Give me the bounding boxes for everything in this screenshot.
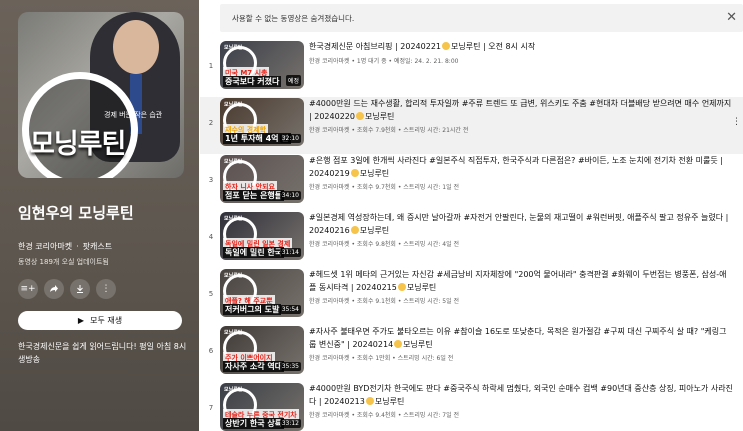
video-meta: 한경 코리아마켓 • 조회수 9.7천회 • 스트리밍 시간: 1일 전 bbox=[309, 184, 460, 191]
add-to-library-button[interactable]: ≡+ bbox=[18, 279, 38, 299]
notice-text: 사용할 수 없는 동영상은 숨겨졌습니다. bbox=[232, 13, 355, 23]
thumbnail-caption-bottom: 저커버그의 도발 bbox=[223, 304, 282, 315]
video-meta: 한경 코리아마켓 • 1명 대기 중 • 예정일: 24. 2. 21. 8:0… bbox=[309, 58, 459, 65]
playlist-description: 한국경제신문을 쉽게 읽어드립니다! 평일 아침 8시 생방송 bbox=[18, 342, 187, 364]
thumbnail-brand: 모닝루틴 bbox=[224, 102, 243, 108]
channel-name[interactable]: 한경 코리아마켓 bbox=[18, 242, 72, 251]
close-icon[interactable]: ✕ bbox=[726, 10, 737, 25]
video-index: 6 bbox=[208, 347, 214, 355]
video-title[interactable]: #자사주 불태우면 주가도 불타오르는 이유 #참이슬 16도로 또낮춘다, 목… bbox=[309, 326, 733, 351]
thumbnail-brand: 모닝루틴 bbox=[224, 159, 243, 165]
share-button[interactable] bbox=[44, 279, 64, 299]
play-icon: ▶ bbox=[77, 316, 85, 325]
cover-brand: 모닝루틴 bbox=[30, 129, 126, 160]
video-meta: 한경 코리아마켓 • 조회수 9.8천회 • 스트리밍 시간: 4일 전 bbox=[309, 241, 460, 248]
video-duration: 32:10 bbox=[279, 134, 301, 143]
video-thumbnail[interactable]: 모닝루틴 재수의 경제학 1년 투자해 4억 번 32:10 bbox=[220, 98, 304, 146]
thumbnail-caption-bottom: 상반기 한국 상륙 bbox=[223, 418, 285, 429]
smile-emoji-icon bbox=[365, 396, 374, 405]
share-icon bbox=[50, 285, 58, 292]
smile-emoji-icon bbox=[350, 225, 359, 234]
thumbnail-caption-bottom: 중국보다 커졌다 bbox=[223, 76, 282, 87]
cover-subtitle: 경제 버는 작은 습관 bbox=[104, 111, 163, 119]
playlist-add-icon: ≡+ bbox=[20, 284, 36, 294]
video-row[interactable]: 6 모닝루틴 주가 이쁘어이지 자사주 소각 역대 35:35 #자사주 불태우… bbox=[200, 325, 743, 382]
video-index: 3 bbox=[208, 176, 214, 184]
thumbnail-caption-bottom: 독일에 밀린 한국 bbox=[223, 247, 285, 258]
video-duration: 31:14 bbox=[279, 248, 301, 257]
cover-face bbox=[113, 20, 159, 74]
video-duration: 35:54 bbox=[279, 305, 301, 314]
video-row[interactable]: 7 모닝루틴 테슬라 누른 중국 전기차 상반기 한국 상륙 33:12 #40… bbox=[200, 382, 743, 431]
video-duration: 34:10 bbox=[279, 191, 301, 200]
video-index: 5 bbox=[208, 290, 214, 298]
video-duration: 예정 bbox=[285, 75, 301, 86]
channel-line: 한경 코리아마켓 · 팟캐스트 bbox=[18, 242, 113, 251]
video-row[interactable]: 5 모닝루틴 애플? 해 주교뿐 저커버그의 도발 35:54 #헤드셋 1위 … bbox=[200, 268, 743, 325]
thumbnail-caption-bottom: 점포 닫는 은행들 bbox=[223, 190, 285, 201]
more-actions-button[interactable]: ⋮ bbox=[96, 279, 116, 299]
smile-emoji-icon bbox=[442, 42, 451, 50]
more-vert-icon: ⋮ bbox=[101, 284, 111, 294]
video-meta: 한경 코리아마켓 • 조회수 9.4천회 • 스트리밍 시간: 7일 전 bbox=[309, 412, 460, 419]
video-title[interactable]: #은행 점포 3일에 한개씩 사라진다 #일본주식 직접투자, 한국주식과 다른… bbox=[309, 155, 733, 180]
thumbnail-brand: 모닝루틴 bbox=[224, 45, 243, 51]
download-button[interactable] bbox=[70, 279, 90, 299]
smile-emoji-icon bbox=[355, 111, 364, 120]
video-title[interactable]: #일본경제 역성장하는데, 왜 증시만 날아갈까 #자전거 안팔린다, 눈물의 … bbox=[309, 212, 733, 237]
smile-emoji-icon bbox=[397, 282, 406, 291]
video-title[interactable]: #헤드셋 1위 메타의 근거있는 자신감 #세금낭비 지자체장에 "200억 물… bbox=[309, 269, 733, 294]
thumbnail-brand: 모닝루틴 bbox=[224, 273, 243, 279]
thumbnail-brand: 모닝루틴 bbox=[224, 216, 243, 222]
playlist-cover[interactable]: 경제 버는 작은 습관 모닝루틴 bbox=[18, 12, 184, 178]
video-duration: 33:12 bbox=[279, 419, 301, 428]
video-title[interactable]: 한국경제신문 아침브리핑 | 20240221 모닝루틴 | 오전 8시 시작 bbox=[309, 41, 733, 54]
playlist-page: 경제 버는 작은 습관 모닝루틴 임현우의 모닝루틴 한경 코리아마켓 · 팟캐스트… bbox=[0, 0, 743, 431]
playlist-actions: ≡+ ⋮ bbox=[18, 279, 199, 299]
smile-emoji-icon bbox=[394, 339, 403, 348]
video-thumbnail[interactable]: 모닝루틴 테슬라 누른 중국 전기차 상반기 한국 상륙 33:12 bbox=[220, 383, 304, 431]
video-thumbnail[interactable]: 모닝루틴 주가 이쁘어이지 자사주 소각 역대 35:35 bbox=[220, 326, 304, 374]
smile-emoji-icon bbox=[350, 168, 359, 177]
hidden-videos-notice: 사용할 수 없는 동영상은 숨겨졌습니다. ✕ bbox=[220, 4, 743, 32]
video-thumbnail[interactable]: 모닝루틴 하자 니사 안되요 점포 닫는 은행들 34:10 bbox=[220, 155, 304, 203]
video-more-icon[interactable]: ⋮ bbox=[732, 117, 741, 127]
playlist-title: 임현우의 모닝루틴 bbox=[18, 204, 134, 222]
video-title[interactable]: #4000만원 드는 재수생활, 합리적 투자일까 #주류 트렌드 또 급변, … bbox=[309, 98, 733, 123]
thumbnail-brand: 모닝루틴 bbox=[224, 387, 243, 393]
video-row[interactable]: 3 모닝루틴 하자 니사 안되요 점포 닫는 은행들 34:10 #은행 점포 … bbox=[200, 154, 743, 211]
video-row[interactable]: 1 모닝루틴 미국 M7 시총 중국보다 커졌다 예정 한국경제신문 아침브리핑… bbox=[200, 40, 743, 97]
video-title[interactable]: #4000만원 BYD전기차 한국에도 판다 #중국주식 하락세 멈췄다, 외국… bbox=[309, 383, 733, 408]
video-meta: 한경 코리아마켓 • 조회수 7.9천회 • 스트리밍 시간: 21시간 전 bbox=[309, 127, 469, 134]
video-thumbnail[interactable]: 모닝루틴 애플? 해 주교뿐 저커버그의 도발 35:54 bbox=[220, 269, 304, 317]
thumbnail-brand: 모닝루틴 bbox=[224, 330, 243, 336]
playlist-meta: 동영상 189개 오실 업데이트됨 bbox=[18, 258, 109, 266]
video-thumbnail[interactable]: 모닝루틴 미국 M7 시총 중국보다 커졌다 예정 bbox=[220, 41, 304, 89]
playlist-header-panel: 경제 버는 작은 습관 모닝루틴 임현우의 모닝루틴 한경 코리아마켓 · 팟캐스트… bbox=[0, 0, 199, 431]
video-thumbnail[interactable]: 모닝루틴 독일에 밀린 일본 경제 독일에 밀린 한국 31:14 bbox=[220, 212, 304, 260]
video-row[interactable]: 2 모닝루틴 재수의 경제학 1년 투자해 4억 번 32:10 #4000만원… bbox=[200, 97, 743, 154]
video-list: 1 모닝루틴 미국 M7 시총 중국보다 커졌다 예정 한국경제신문 아침브리핑… bbox=[200, 40, 743, 431]
video-duration: 35:35 bbox=[279, 362, 301, 371]
video-index: 2 bbox=[208, 119, 214, 127]
video-meta: 한경 코리아마켓 • 조회수 9.1천회 • 스트리밍 시간: 5일 전 bbox=[309, 298, 460, 305]
video-meta: 한경 코리아마켓 • 조회수 1만회 • 스트리밍 시간: 6일 전 bbox=[309, 355, 454, 362]
video-index: 7 bbox=[208, 404, 214, 412]
thumbnail-caption-bottom: 자사주 소각 역대 bbox=[223, 361, 285, 372]
play-all-label: 모두 재생 bbox=[90, 316, 123, 325]
playlist-type: 팟캐스트 bbox=[82, 242, 113, 251]
play-all-button[interactable]: ▶ 모두 재생 bbox=[18, 311, 182, 330]
download-icon bbox=[77, 285, 83, 293]
video-row[interactable]: 4 모닝루틴 독일에 밀린 일본 경제 독일에 밀린 한국 31:14 #일본경… bbox=[200, 211, 743, 268]
video-index: 4 bbox=[208, 233, 214, 241]
video-index: 1 bbox=[208, 62, 214, 70]
